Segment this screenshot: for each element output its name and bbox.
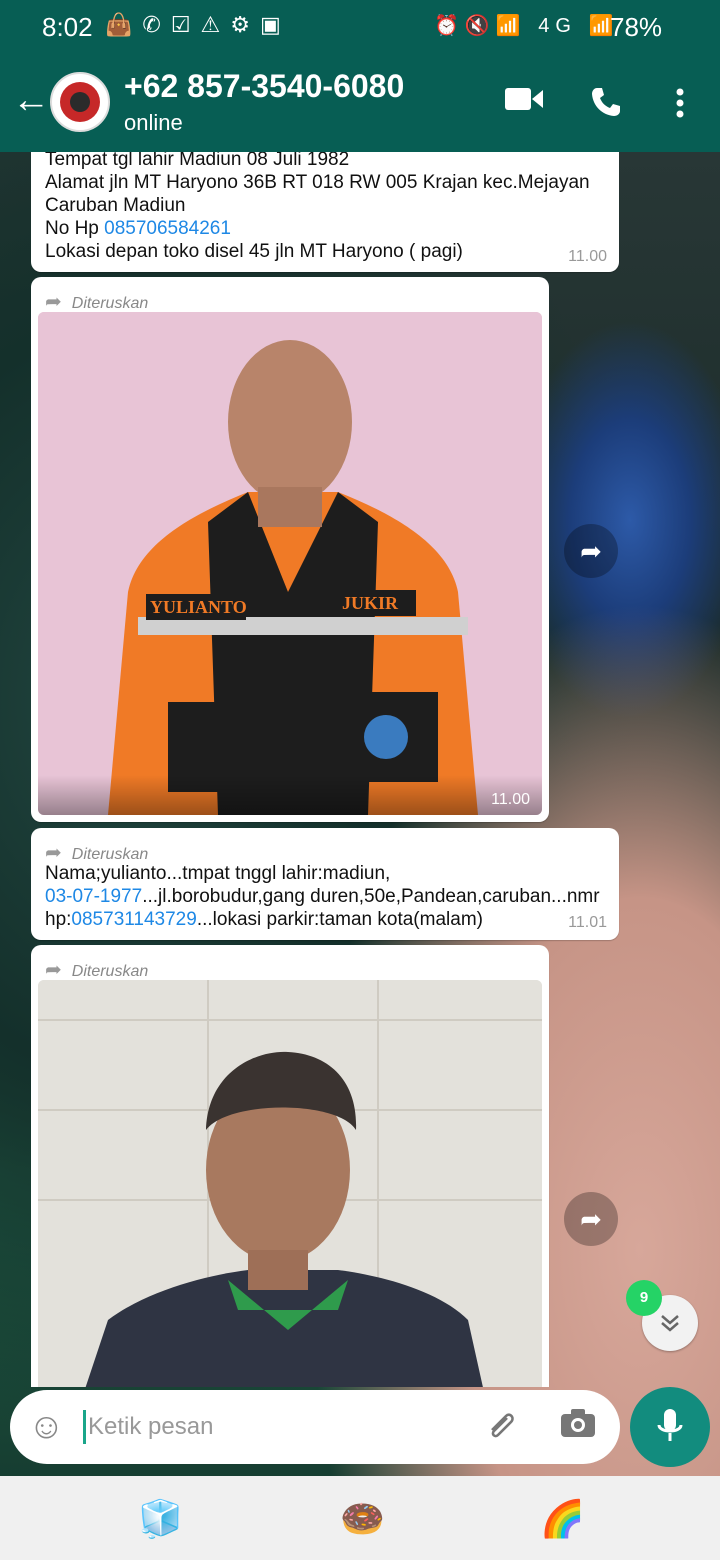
- camera-icon[interactable]: [560, 1408, 596, 1446]
- status-time: 8:02: [42, 12, 93, 42]
- notification-icons: 👜✆☑⚠⚙▣: [105, 12, 291, 37]
- photo-gradient: [38, 775, 542, 815]
- sticker-rainbow-icon[interactable]: 🌈: [540, 1498, 585, 1540]
- paperclip-icon[interactable]: [483, 1408, 517, 1450]
- image-message-bubble[interactable]: ➦ Diteruskan: [31, 945, 549, 1387]
- message-time: 11.00: [568, 248, 607, 265]
- chevron-down-icon: [661, 1315, 679, 1332]
- phone-link[interactable]: 085731143729: [71, 909, 196, 930]
- text-cursor: [83, 1410, 86, 1444]
- arrow-left-icon[interactable]: ←: [12, 80, 50, 120]
- chat-area[interactable]: Tempat tgl lahir Madiun 08 Juli 1982 Ala…: [0, 152, 720, 1387]
- message-line: Tempat tgl lahir Madiun 08 Juli 1982: [45, 152, 350, 170]
- message-line: hp:085731143729...lokasi parkir:taman ko…: [45, 909, 483, 930]
- message-line: Caruban Madiun: [45, 195, 186, 216]
- message-input[interactable]: Ketik pesan: [88, 1413, 213, 1441]
- forwarded-label: ➦ Diteruskan: [45, 959, 149, 981]
- sticker-donut-icon[interactable]: 🍩: [340, 1498, 385, 1540]
- sticker-bar: 🧊 🍩 🌈: [0, 1476, 720, 1560]
- avatar[interactable]: [50, 72, 110, 132]
- garuda-icon: [70, 92, 90, 112]
- message-line: Lokasi depan toko disel 45 jln MT Haryon…: [45, 241, 463, 262]
- mic-icon: [657, 1409, 683, 1441]
- status-bar: 8:02 👜✆☑⚠⚙▣ ⏰🔇📶 4G 📶 78%: [0, 0, 720, 54]
- photo-image[interactable]: [38, 980, 542, 1387]
- date-link[interactable]: 03-07-1977: [45, 886, 142, 907]
- photo-content: YULIANTO JUKIR: [38, 312, 542, 815]
- message-bubble[interactable]: ➦ Diteruskan Nama;yulianto...tmpat tnggl …: [31, 828, 619, 940]
- contact-status: online: [124, 110, 183, 135]
- message-bubble[interactable]: Tempat tgl lahir Madiun 08 Juli 1982 Ala…: [31, 152, 619, 272]
- sticker-cube-icon[interactable]: 🧊: [138, 1498, 183, 1540]
- message-text: No Hp: [45, 218, 105, 239]
- forward-arrow-icon: ➦: [45, 959, 62, 981]
- photo-image[interactable]: YULIANTO JUKIR 11.00: [38, 312, 542, 815]
- unread-count-badge: 9: [626, 1280, 662, 1316]
- forwarded-label: ➦ Diteruskan: [45, 291, 149, 313]
- phone-link[interactable]: 085706584261: [104, 218, 231, 239]
- message-time: 11.01: [568, 914, 607, 931]
- message-input-bar[interactable]: ☺ Ketik pesan: [10, 1390, 620, 1464]
- battery-level: 78%: [610, 12, 663, 42]
- name-tag-text: JUKIR: [342, 593, 399, 613]
- photo-time: 11.00: [491, 791, 530, 808]
- signal-icons: ⏰🔇📶 4G 📶: [434, 15, 620, 37]
- message-line: No Hp 085706584261: [45, 217, 605, 240]
- contact-title[interactable]: +62 857-3540-6080: [124, 68, 404, 105]
- phone-icon[interactable]: [590, 86, 622, 126]
- name-tag-text: YULIANTO: [150, 597, 247, 617]
- image-message-bubble[interactable]: ➦ Diteruskan YULIANTO JUKIR 11.00: [31, 277, 549, 822]
- message-line: Alamat jln MT Haryono 36B RT 018 RW 005 …: [45, 172, 590, 193]
- photo-content: [38, 980, 542, 1387]
- forward-arrow-icon: ➦: [45, 291, 62, 313]
- forward-button[interactable]: ➦: [564, 1192, 618, 1246]
- chat-header: ← +62 857-3540-6080 online: [0, 54, 720, 152]
- emoji-icon[interactable]: ☺: [28, 1408, 65, 1444]
- message-line: Nama;yulianto...tmpat tnggl lahir:madiun…: [45, 863, 391, 884]
- video-call-icon[interactable]: [505, 86, 543, 120]
- forward-arrow-icon: ➦: [45, 842, 62, 864]
- forward-button[interactable]: ➦: [564, 524, 618, 578]
- more-vertical-icon[interactable]: [676, 88, 684, 126]
- message-line: 03-07-1977...jl.borobudur,gang duren,50e…: [45, 886, 600, 907]
- mic-button[interactable]: [630, 1387, 710, 1467]
